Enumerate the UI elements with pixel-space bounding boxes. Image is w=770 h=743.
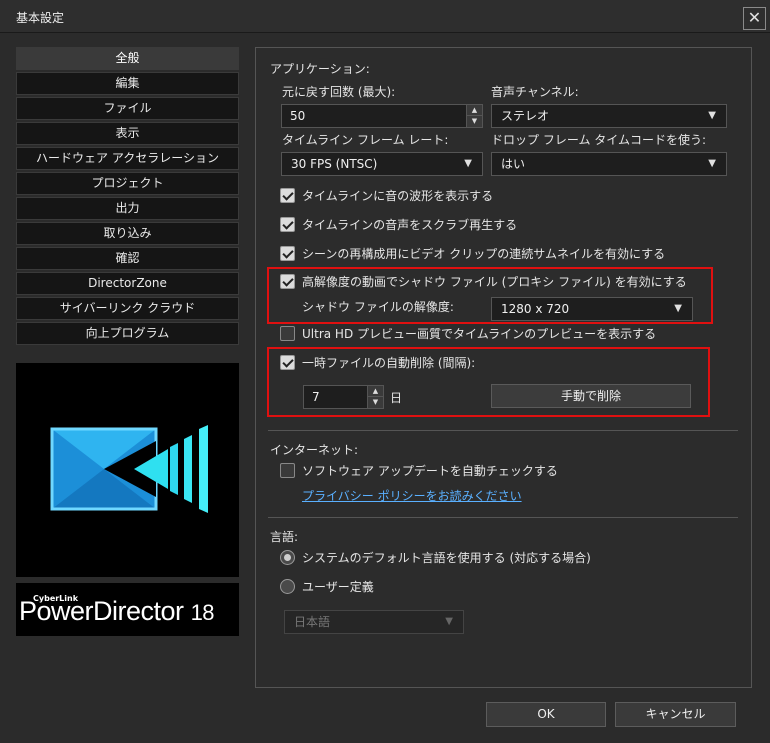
window-title: 基本設定 <box>16 11 65 25</box>
privacy-policy-link[interactable]: プライバシー ポリシーをお読みください <box>302 487 522 504</box>
close-icon[interactable]: ✕ <box>743 7 766 30</box>
auto-delete-spin-buttons[interactable]: ▲ ▼ <box>367 386 383 408</box>
sidebar-item-hardware-acceleration[interactable]: ハードウェア アクセラレーション <box>16 147 239 170</box>
undo-spin-buttons[interactable]: ▲ ▼ <box>466 105 482 127</box>
sidebar-item-directorzone[interactable]: DirectorZone <box>16 272 239 295</box>
sidebar-item-output[interactable]: 出力 <box>16 197 239 220</box>
sidebar-item-file[interactable]: ファイル <box>16 97 239 120</box>
waveform-checkbox-row[interactable]: タイムラインに音の波形を表示する <box>280 187 740 205</box>
thumbnails-checkbox[interactable] <box>280 246 295 261</box>
sidebar-item-general[interactable]: 全般 <box>16 47 239 70</box>
shadow-resolution-label: シャドウ ファイルの解像度: <box>302 300 454 314</box>
sidebar-item-improvement-program[interactable]: 向上プログラム <box>16 322 239 345</box>
auto-delete-checkbox[interactable] <box>280 355 295 370</box>
user-language-radio-row[interactable]: ユーザー定義 <box>280 578 720 596</box>
auto-update-checkbox-label: ソフトウェア アップデートを自動チェックする <box>302 464 558 478</box>
internet-section-title: インターネット: <box>270 443 359 457</box>
cancel-button[interactable]: キャンセル <box>615 702 736 727</box>
uhd-preview-checkbox-label: Ultra HD プレビュー画質でタイムラインのプレビューを表示する <box>302 327 657 341</box>
waveform-checkbox[interactable] <box>280 188 295 203</box>
settings-sidebar: 全般 編集 ファイル 表示 ハードウェア アクセラレーション プロジェクト 出力… <box>16 47 239 347</box>
undo-label: 元に戻す回数 (最大): <box>282 85 396 99</box>
sidebar-item-project[interactable]: プロジェクト <box>16 172 239 195</box>
language-section-title: 言語: <box>270 530 299 544</box>
auto-update-checkbox-row[interactable]: ソフトウェア アップデートを自動チェックする <box>280 462 720 480</box>
auto-delete-checkbox-label: 一時ファイルの自動削除 (間隔): <box>302 356 476 370</box>
scrub-checkbox-label: タイムラインの音声をスクラブ再生する <box>302 218 518 232</box>
dropdown-arrow-icon: ▼ <box>708 158 716 169</box>
user-language-radio-label: ユーザー定義 <box>302 580 374 594</box>
system-language-radio-row[interactable]: システムのデフォルト言語を使用する (対応する場合) <box>280 549 720 567</box>
spin-down-icon[interactable]: ▼ <box>368 397 383 408</box>
ok-button[interactable]: OK <box>486 702 606 727</box>
shadow-checkbox-row[interactable]: 高解像度の動画でシャドウ ファイル (プロキシ ファイル) を有効にする <box>280 273 710 291</box>
section-divider <box>268 517 738 518</box>
audio-channel-value: ステレオ <box>501 109 550 123</box>
spin-up-icon[interactable]: ▲ <box>467 105 482 116</box>
system-language-radio-label: システムのデフォルト言語を使用する (対応する場合) <box>302 551 591 565</box>
dropframe-value: はい <box>501 157 526 171</box>
sidebar-item-cyberlink-cloud[interactable]: サイバーリンク クラウド <box>16 297 239 320</box>
shadow-checkbox-label: 高解像度の動画でシャドウ ファイル (プロキシ ファイル) を有効にする <box>302 275 687 289</box>
spin-up-icon[interactable]: ▲ <box>368 386 383 397</box>
section-divider <box>268 430 738 431</box>
audio-channel-label: 音声チャンネル: <box>491 85 579 99</box>
sidebar-item-display[interactable]: 表示 <box>16 122 239 145</box>
undo-count-stepper[interactable]: 50 ▲ ▼ <box>281 104 483 128</box>
shadow-checkbox[interactable] <box>280 274 295 289</box>
timeline-fps-label: タイムライン フレーム レート: <box>282 133 449 147</box>
auto-delete-unit: 日 <box>390 391 403 405</box>
dropdown-arrow-icon: ▼ <box>708 110 716 121</box>
waveform-checkbox-label: タイムラインに音の波形を表示する <box>302 189 494 203</box>
uhd-preview-checkbox[interactable] <box>280 326 295 341</box>
sidebar-item-confirm[interactable]: 確認 <box>16 247 239 270</box>
language-value: 日本語 <box>294 615 331 629</box>
sidebar-item-edit[interactable]: 編集 <box>16 72 239 95</box>
dropframe-select[interactable]: はい ▼ <box>491 152 727 176</box>
user-language-radio[interactable] <box>280 579 295 594</box>
title-bar: 基本設定 ✕ <box>0 0 770 33</box>
auto-delete-days-value: 7 <box>312 390 320 404</box>
shadow-resolution-value: 1280 x 720 <box>501 302 570 316</box>
dropdown-arrow-icon: ▼ <box>445 616 453 627</box>
timeline-fps-value: 30 FPS (NTSC) <box>291 157 378 171</box>
application-section-title: アプリケーション: <box>270 62 370 76</box>
scrub-checkbox-row[interactable]: タイムラインの音声をスクラブ再生する <box>280 216 740 234</box>
brand-product-name: PowerDirector 18 <box>19 596 215 626</box>
language-select: 日本語 ▼ <box>284 610 464 634</box>
spin-down-icon[interactable]: ▼ <box>467 116 482 127</box>
uhd-preview-checkbox-row[interactable]: Ultra HD プレビュー画質でタイムラインのプレビューを表示する <box>280 325 740 343</box>
undo-count-value: 50 <box>290 109 306 123</box>
dropframe-label: ドロップ フレーム タイムコードを使う: <box>491 133 707 147</box>
scrub-checkbox[interactable] <box>280 217 295 232</box>
manual-delete-button[interactable]: 手動で削除 <box>491 384 691 408</box>
sidebar-item-capture[interactable]: 取り込み <box>16 222 239 245</box>
powerdirector-logo-icon <box>50 425 208 513</box>
dropdown-arrow-icon: ▼ <box>674 303 682 314</box>
product-logo <box>16 363 239 577</box>
dropdown-arrow-icon: ▼ <box>464 158 472 169</box>
auto-delete-checkbox-row[interactable]: 一時ファイルの自動削除 (間隔): <box>280 354 700 372</box>
thumbnails-checkbox-label: シーンの再構成用にビデオ クリップの連続サムネイルを有効にする <box>302 247 666 261</box>
auto-update-checkbox[interactable] <box>280 463 295 478</box>
shadow-resolution-select[interactable]: 1280 x 720 ▼ <box>491 297 693 321</box>
timeline-fps-select[interactable]: 30 FPS (NTSC) ▼ <box>281 152 483 176</box>
thumbnails-checkbox-row[interactable]: シーンの再構成用にビデオ クリップの連続サムネイルを有効にする <box>280 245 740 263</box>
brand-banner: CyberLink PowerDirector 18 <box>16 583 239 636</box>
audio-channel-select[interactable]: ステレオ ▼ <box>491 104 727 128</box>
auto-delete-days-stepper[interactable]: 7 ▲ ▼ <box>303 385 384 409</box>
system-language-radio[interactable] <box>280 550 295 565</box>
